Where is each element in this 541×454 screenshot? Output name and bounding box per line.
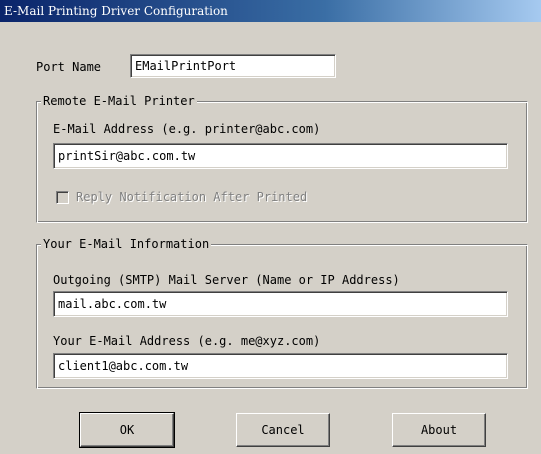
printer-email-input[interactable] <box>56 146 505 166</box>
smtp-server-input[interactable] <box>56 294 505 314</box>
port-name-field[interactable] <box>130 54 336 78</box>
window-title: E-Mail Printing Driver Configuration <box>4 4 228 18</box>
your-info-group-title: Your E-Mail Information <box>41 237 212 251</box>
cancel-button[interactable]: Cancel <box>236 413 330 447</box>
smtp-server-field[interactable] <box>53 291 508 317</box>
port-name-label: Port Name <box>36 60 102 74</box>
smtp-server-label: Outgoing (SMTP) Mail Server (Name or IP … <box>53 273 400 287</box>
your-email-label: Your E-Mail Address (e.g. me@xyz.com) <box>53 334 321 348</box>
printer-email-label: E-Mail Address (e.g. printer@abc.com) <box>53 122 321 136</box>
printer-email-field[interactable] <box>53 143 508 169</box>
your-email-input[interactable] <box>56 356 505 376</box>
about-button[interactable]: About <box>392 413 486 447</box>
ok-button[interactable]: OK <box>79 412 175 448</box>
remote-printer-group-title: Remote E-Mail Printer <box>41 94 197 108</box>
reply-notification-checkbox[interactable] <box>56 191 69 204</box>
reply-notification-label: Reply Notification After Printed <box>76 190 308 204</box>
config-dialog: E-Mail Printing Driver Configuration Por… <box>0 0 541 454</box>
your-email-field[interactable] <box>53 353 508 379</box>
title-bar[interactable]: E-Mail Printing Driver Configuration <box>0 0 541 22</box>
port-name-input[interactable] <box>133 57 333 75</box>
